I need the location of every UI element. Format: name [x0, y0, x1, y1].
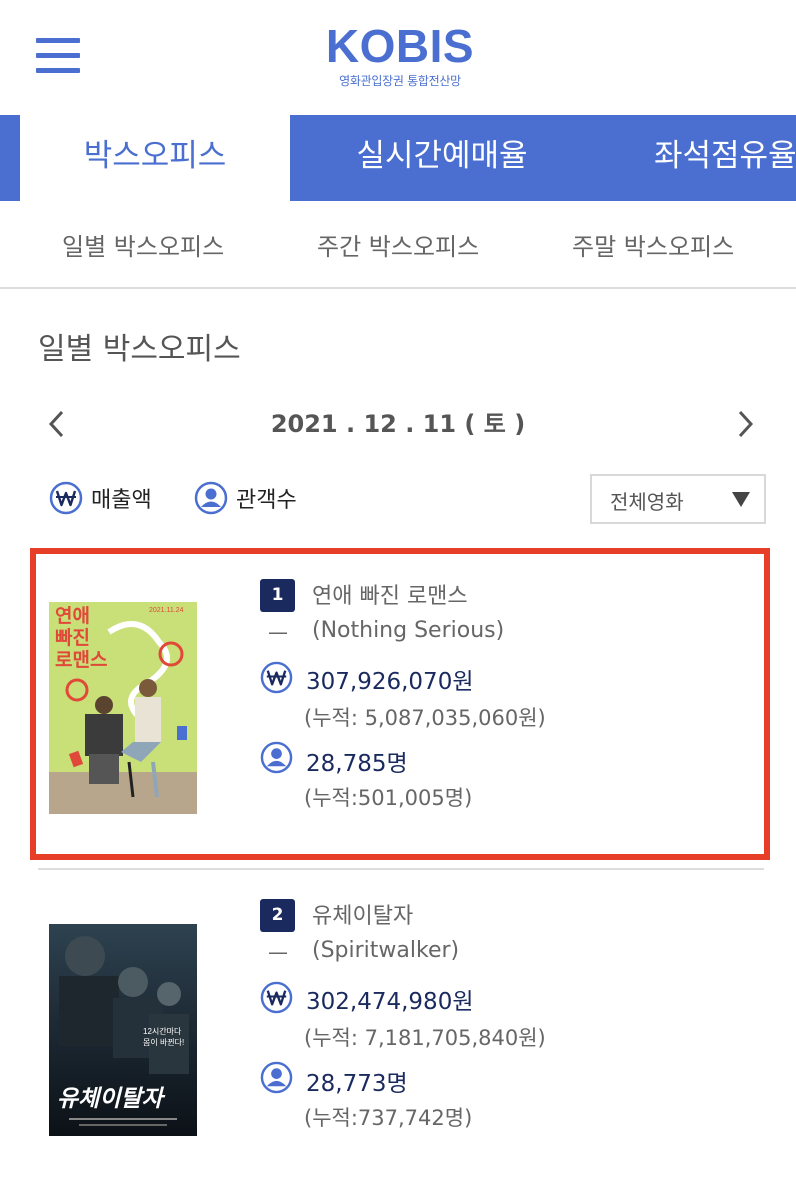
filter-row: 매출액 관객수 전체영화 — [0, 474, 796, 524]
sales-filter-button[interactable]: 매출액 — [49, 480, 152, 516]
hamburger-bar — [36, 53, 80, 58]
tab-seat-occupancy[interactable]: 좌석점유율 — [654, 115, 796, 201]
cumulative-sales-value: (누적: 7,181,705,840원) — [304, 1026, 546, 1050]
logo-text: KOBIS — [325, 20, 475, 72]
hamburger-bar — [36, 38, 80, 43]
daily-audience-value: 28,785명 — [306, 751, 408, 777]
poster-title: 유체이탈자 — [57, 1085, 166, 1112]
movie-title-korean[interactable]: 유체이탈자 — [312, 898, 413, 930]
subtab-weekend[interactable]: 주말 박스오피스 — [572, 227, 734, 262]
rank-badge: 2 — [260, 899, 295, 932]
movie-poster-image[interactable]: 연애 빠진 로맨스 2021.11.24 — [49, 602, 197, 814]
audience-filter-label: 관객수 — [236, 488, 297, 513]
person-icon — [260, 741, 293, 774]
select-value: 전체영화 — [610, 490, 684, 514]
logo-subtitle: 영화관입장권 통합전산망 — [339, 74, 461, 88]
chevron-right-icon[interactable] — [730, 406, 760, 442]
won-icon — [49, 481, 83, 515]
audience-filter-button[interactable]: 관객수 — [194, 480, 297, 516]
hamburger-bar — [36, 68, 80, 73]
main-tab-bar: 박스오피스 실시간예매율 좌석점유율 — [0, 115, 796, 201]
sales-filter-label: 매출액 — [91, 488, 152, 513]
hamburger-menu-icon[interactable] — [36, 38, 80, 74]
movie-list-item[interactable]: 연애 빠진 로맨스 2021.11.24 1 연애 빠진 로맨스 — (Noth… — [0, 548, 796, 860]
poster-date: 2021.11.24 — [149, 607, 184, 614]
daily-audience-value: 28,773명 — [306, 1071, 408, 1097]
poster-tagline-2: 몸이 바뀐다! — [143, 1037, 184, 1047]
tab-realtime-reservation[interactable]: 실시간예매율 — [292, 115, 592, 201]
won-icon — [260, 661, 293, 694]
movie-title-korean[interactable]: 연애 빠진 로맨스 — [312, 578, 468, 610]
section-title: 일별 박스오피스 — [38, 332, 241, 367]
triangle-down-icon — [732, 492, 750, 507]
svg-text:로맨스: 로맨스 — [55, 649, 107, 671]
movie-type-select[interactable]: 전체영화 — [590, 474, 766, 524]
movie-poster-image[interactable]: 12시간마다 몸이 바뀐다! 유체이탈자 — [49, 924, 197, 1136]
svg-text:빠진: 빠진 — [55, 627, 90, 649]
cumulative-sales-value: (누적: 5,087,035,060원) — [304, 706, 546, 730]
movie-title-english: (Spiritwalker) — [312, 938, 460, 963]
cumulative-audience-value: (누적:501,005명) — [304, 786, 473, 810]
app-header: KOBIS 영화관입장권 통합전산망 — [0, 0, 796, 115]
svg-text:연애: 연애 — [55, 605, 90, 627]
won-icon — [260, 981, 293, 1014]
rank-change-dash: — — [268, 940, 288, 964]
movie-title-english: (Nothing Serious) — [312, 618, 505, 643]
current-date: 2021 . 12 . 11 ( 토 ) — [270, 410, 526, 438]
subtab-weekly[interactable]: 주간 박스오피스 — [317, 227, 479, 262]
person-icon — [194, 481, 228, 515]
daily-sales-value: 307,926,070원 — [306, 669, 474, 695]
sub-tab-bar: 일별 박스오피스 주간 박스오피스 주말 박스오피스 — [0, 201, 796, 289]
rank-badge: 1 — [260, 579, 295, 612]
poster-tagline-1: 12시간마다 — [143, 1026, 182, 1036]
movie-list-item[interactable]: 12시간마다 몸이 바뀐다! 유체이탈자 2 유체이탈자 — (Spiritwa… — [0, 868, 796, 1168]
subtab-daily[interactable]: 일별 박스오피스 — [62, 227, 224, 262]
tab-box-office[interactable]: 박스오피스 — [20, 115, 290, 201]
rank-change-dash: — — [268, 620, 288, 644]
kobis-logo[interactable]: KOBIS 영화관입장권 통합전산망 — [300, 20, 500, 89]
date-navigation: 2021 . 12 . 11 ( 토 ) — [0, 398, 796, 448]
person-icon — [260, 1061, 293, 1094]
cumulative-audience-value: (누적:737,742명) — [304, 1106, 473, 1130]
daily-sales-value: 302,474,980원 — [306, 989, 474, 1015]
